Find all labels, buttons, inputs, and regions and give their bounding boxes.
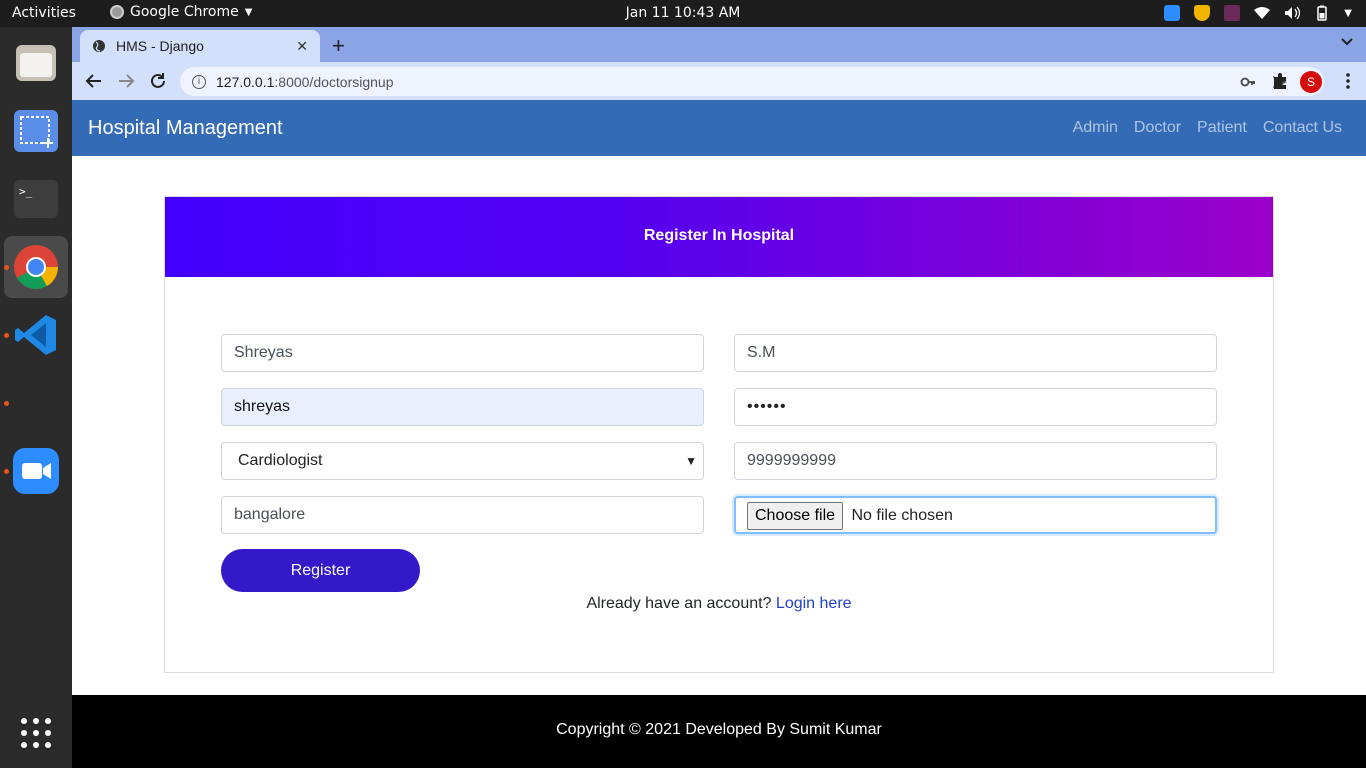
url-host: 127.0.0.1 <box>216 73 275 90</box>
choose-file-button[interactable]: Choose file <box>747 502 844 530</box>
address-bar[interactable]: i 127.0.0.1:8000/doctorsignup <box>180 67 1324 96</box>
power-menu-caret-icon[interactable]: ▼ <box>1344 8 1352 19</box>
terminal-dock-icon[interactable]: >_ <box>4 168 68 230</box>
tab-hms-django[interactable]: HMS - Django ✕ <box>80 30 320 62</box>
nav-link-contact-us[interactable]: Contact Us <box>1263 119 1342 137</box>
close-tab-icon[interactable]: ✕ <box>296 38 308 55</box>
register-card: Register In Hospital Shreyas S.M shreyas… <box>164 196 1274 673</box>
zoom-tray-icon[interactable] <box>1164 5 1181 21</box>
card-header: Register In Hospital <box>165 197 1273 277</box>
clock[interactable]: Jan 11 10:43 AM <box>0 5 1366 21</box>
wifi-icon[interactable] <box>1254 5 1271 21</box>
files-dock-icon[interactable] <box>4 32 68 94</box>
department-select[interactable]: Cardiologist ▼ <box>221 442 704 480</box>
back-arrow-icon[interactable] <box>84 71 104 91</box>
svg-text:>_: >_ <box>19 185 33 198</box>
battery-icon[interactable] <box>1314 5 1330 21</box>
profile-pic-file-input[interactable]: Choose file No file chosen <box>734 496 1217 534</box>
shield-tray-icon[interactable] <box>1194 5 1211 21</box>
nav-link-doctor[interactable]: Doctor <box>1134 119 1181 137</box>
browser-toolbar: i 127.0.0.1:8000/doctorsignup S <box>72 62 1366 100</box>
nav-link-admin[interactable]: Admin <box>1073 119 1118 137</box>
key-icon[interactable] <box>1240 74 1256 90</box>
password-input[interactable]: •••••• <box>734 388 1217 426</box>
first-name-input[interactable]: Shreyas <box>221 334 704 372</box>
login-prompt-text: Already have an account? <box>586 595 772 612</box>
tab-search-chevron-icon[interactable] <box>1340 35 1354 49</box>
system-top-bar: Activities Google Chrome ▼ Jan 11 10:43 … <box>0 0 1366 27</box>
site-navbar: Hospital Management Admin Doctor Patient… <box>72 100 1366 156</box>
screenshot-dock-icon[interactable] <box>4 100 68 162</box>
last-name-input[interactable]: S.M <box>734 334 1217 372</box>
vscode-dock-icon[interactable] <box>4 304 68 366</box>
app-running-indicator <box>4 401 9 406</box>
app-tray-icon[interactable] <box>1224 5 1241 21</box>
kebab-menu-icon[interactable] <box>1338 71 1358 91</box>
new-tab-button[interactable]: + <box>332 33 345 59</box>
brand-link[interactable]: Hospital Management <box>88 117 283 140</box>
login-here-link[interactable]: Login here <box>776 595 852 612</box>
mobile-input[interactable]: 9999999999 <box>734 442 1217 480</box>
reload-icon[interactable] <box>148 71 168 91</box>
nav-link-patient[interactable]: Patient <box>1197 119 1247 137</box>
register-button[interactable]: Register <box>221 549 420 592</box>
url-path: :8000/doctorsignup <box>274 73 394 90</box>
username-input[interactable]: shreyas <box>221 388 704 426</box>
volume-icon[interactable] <box>1284 5 1301 21</box>
tab-strip: HMS - Django ✕ + <box>72 27 1366 62</box>
forward-arrow-icon[interactable] <box>116 71 136 91</box>
system-tray[interactable]: ▼ <box>1164 5 1352 21</box>
file-status-text: No file chosen <box>851 507 953 524</box>
zoom-dock-icon[interactable] <box>4 440 68 502</box>
site-info-icon[interactable]: i <box>192 74 206 89</box>
tab-title: HMS - Django <box>116 38 204 54</box>
vscode-running-indicator <box>4 333 9 338</box>
login-prompt: Already have an account? Login here <box>165 595 1273 613</box>
profile-avatar[interactable]: S <box>1300 71 1322 93</box>
chrome-dock-icon[interactable] <box>4 236 68 298</box>
site-footer: Copyright © 2021 Developed By Sumit Kuma… <box>72 695 1366 768</box>
address-input[interactable]: bangalore <box>221 496 704 534</box>
dock: >_ <box>0 27 72 768</box>
chrome-running-indicator <box>4 265 9 270</box>
department-selected-value: Cardiologist <box>238 452 323 469</box>
globe-icon <box>93 40 105 52</box>
zoom-running-indicator <box>4 469 9 474</box>
show-applications-icon[interactable] <box>4 702 68 764</box>
chevron-down-icon: ▼ <box>685 454 697 468</box>
browser-window: HMS - Django ✕ + i 127.0.0.1:8000/doctor… <box>72 27 1366 768</box>
extensions-puzzle-icon[interactable] <box>1270 71 1290 91</box>
nav-links: Admin Doctor Patient Contact Us <box>1073 119 1342 137</box>
